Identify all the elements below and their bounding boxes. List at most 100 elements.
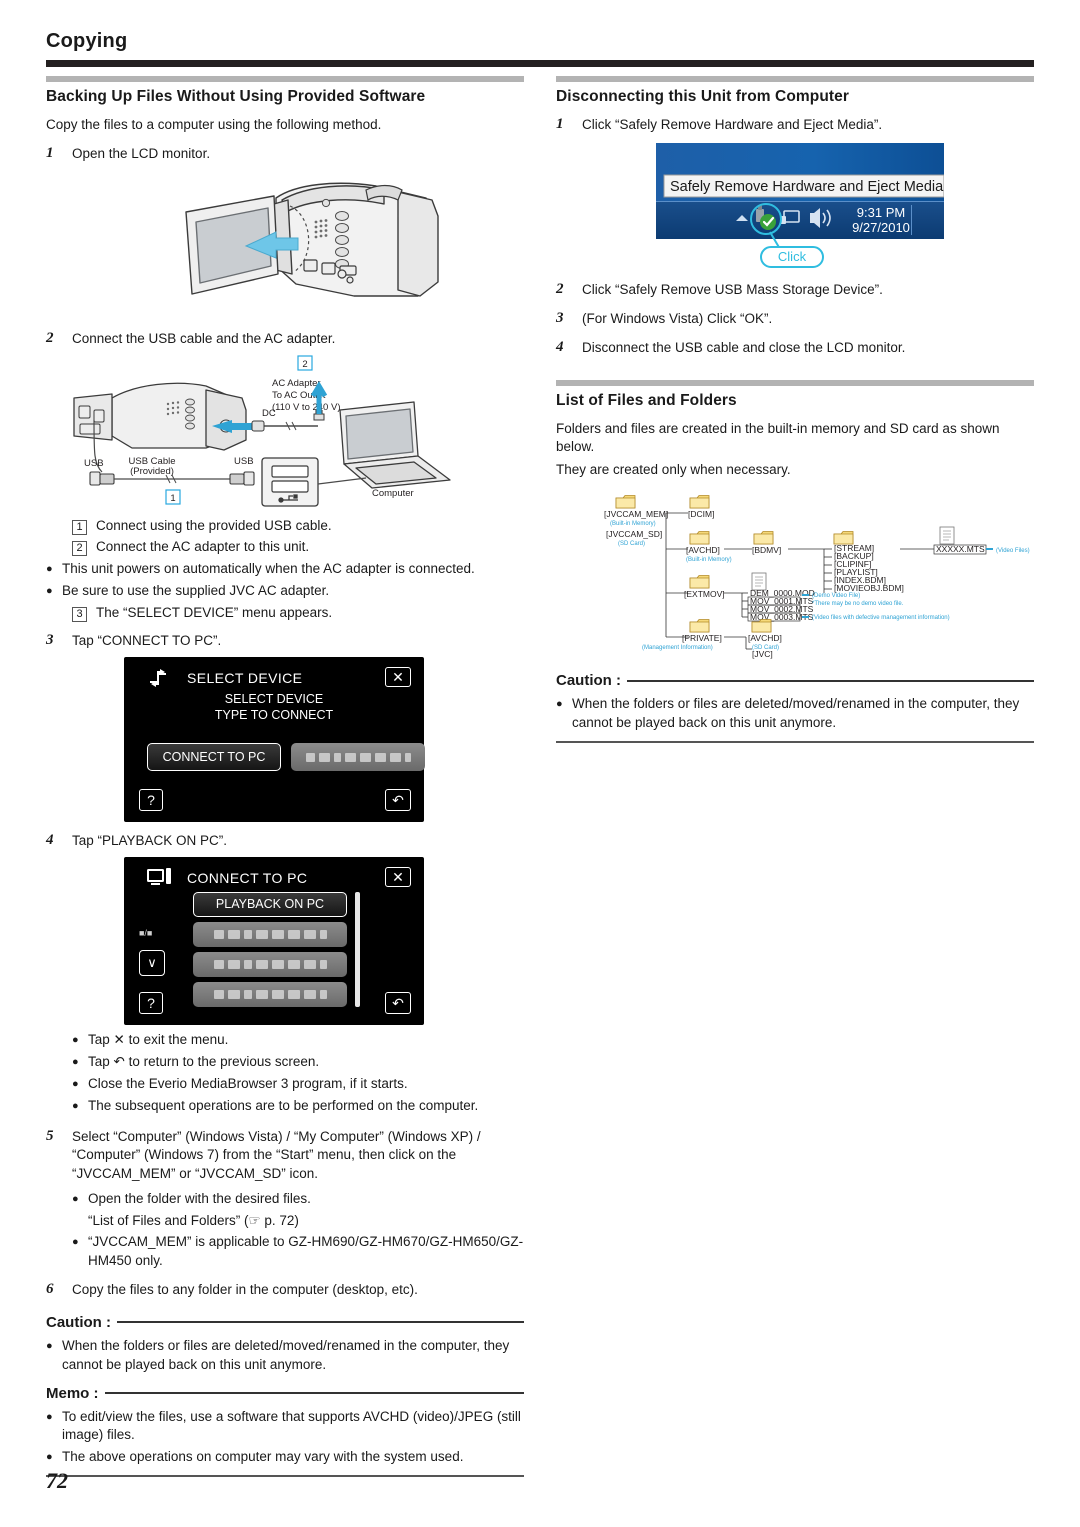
bullet-dot: ● <box>556 698 563 711</box>
chevron-down-icon[interactable]: ∨ <box>139 949 165 976</box>
help-icon[interactable]: ? <box>139 789 163 812</box>
scrollbar[interactable] <box>355 891 360 1007</box>
clock-date: 9/27/2010 <box>852 220 910 235</box>
bullet-dot: ● <box>72 1236 79 1249</box>
tree-root-sd: [JVCCAM_SD] <box>606 529 662 539</box>
lcd-subtitle: SELECT DEVICE TYPE TO CONNECT <box>125 692 423 723</box>
tree-private-sub: (Management Information) <box>642 645 713 651</box>
tree-extmov-note-1: (Demo Video File) <box>812 593 860 599</box>
tree-stream-note: (Video Files) <box>996 548 1030 554</box>
bullet-text: Tap ✕ to exit the menu. <box>88 1031 229 1047</box>
blurred-option-3[interactable] <box>193 981 347 1007</box>
tree-dcim: [DCIM] <box>688 509 714 519</box>
help-icon[interactable]: ? <box>139 991 163 1014</box>
windows-taskbar-graphic: Safely Remove Hardware and Eject Media 9… <box>656 142 945 271</box>
camcorder-illustration <box>46 170 524 320</box>
back-icon[interactable]: ↶ <box>385 789 411 812</box>
tree-avchd-sub: (Built-in Memory) <box>686 557 732 563</box>
blurred-option-2[interactable] <box>193 951 347 977</box>
caution-rule <box>627 679 1034 682</box>
close-icon[interactable]: ✕ <box>385 866 411 887</box>
bullet-tap-exit: ● Tap ✕ to exit the menu. <box>72 1031 524 1050</box>
playback-on-pc-button[interactable]: PLAYBACK ON PC <box>193 891 347 917</box>
disconnect-step-2-number: 2 <box>556 280 564 297</box>
badge-1-label: 1 <box>170 493 175 504</box>
bullet-dot: ● <box>46 1410 53 1423</box>
bullet-dot: ● <box>72 1099 79 1112</box>
clock-time: 9:31 PM <box>857 205 905 220</box>
list-of-files-reference: “List of Files and Folders” (☞ p. 72) <box>88 1213 299 1229</box>
blurred-option-1[interactable] <box>193 921 347 947</box>
manual-page: Copying Backing Up Files Without Using P… <box>0 0 1080 1527</box>
step-3: 3 Tap “CONNECT TO PC”. <box>46 632 524 651</box>
files-section-title: List of Files and Folders <box>556 391 737 409</box>
bullet-dot: ● <box>46 563 53 576</box>
bullet-text: When the folders or files are deleted/mo… <box>62 1337 510 1372</box>
substep-1: 1 Connect using the provided USB cable. <box>72 518 524 536</box>
step-4-number: 4 <box>46 832 54 849</box>
lcd-title: SELECT DEVICE <box>187 670 303 687</box>
disconnect-step-1: 1 Click “Safely Remove Hardware and Ejec… <box>556 116 1034 135</box>
disconnect-step-3: 3 (For Windows Vista) Click “OK”. <box>556 310 1034 329</box>
tree-extmov: [EXTMOV] <box>684 589 725 599</box>
files-intro-1: Folders and files are created in the bui… <box>556 420 1000 455</box>
tree-root-mem-sub: (Built-in Memory) <box>610 521 656 527</box>
tree-root-sd-sub: (SD Card) <box>618 541 645 547</box>
caution-label: Caution : <box>46 1313 111 1331</box>
step-1-text: Open the LCD monitor. <box>72 145 211 161</box>
disconnect-step-1-number: 1 <box>556 116 564 132</box>
bullet-text: Close the Everio MediaBrowser 3 program,… <box>88 1075 408 1091</box>
bullet-text: To edit/view the files, use a software t… <box>62 1408 521 1443</box>
memo-bottom-rule <box>46 1475 524 1478</box>
ac-adapter-line1: AC Adapter <box>272 378 321 389</box>
bullet-dot: ● <box>72 1055 79 1068</box>
disconnect-step-3-text: (For Windows Vista) Click “OK”. <box>582 310 773 326</box>
tree-avchd: [AVCHD] <box>686 545 720 555</box>
caution-header: Caution : <box>46 1314 524 1331</box>
monitor-icon <box>147 867 171 891</box>
connect-to-pc-button[interactable]: CONNECT TO PC <box>147 743 281 772</box>
folder-tree-diagram: [JVCCAM_MEM] (Built-in Memory) [JVCCAM_S… <box>556 489 1034 659</box>
computer-label: Computer <box>372 488 414 499</box>
disconnect-step-4-number: 4 <box>556 338 564 355</box>
memo-header: Memo : <box>46 1385 524 1402</box>
usb-right-label: USB <box>234 456 254 467</box>
step-6-text: Copy the files to any folder in the comp… <box>72 1281 418 1297</box>
lcd-subtitle-line2: TYPE TO CONNECT <box>214 707 334 722</box>
page-count-indicator: ■/■ <box>139 927 153 938</box>
substep-3-number: 3 <box>72 607 87 623</box>
back-icon[interactable]: ↶ <box>385 991 411 1014</box>
tree-jvc: [JVC] <box>752 649 773 659</box>
memo-label: Memo : <box>46 1384 99 1402</box>
page-title: Copying <box>46 30 128 52</box>
bullet-text: When the folders or files are deleted/mo… <box>572 696 1020 731</box>
bullet-close-mediabrowser: ● Close the Everio MediaBrowser 3 progra… <box>72 1075 524 1094</box>
substep-3-text: The “SELECT DEVICE” menu appears. <box>96 605 333 621</box>
header-rule <box>46 60 1034 67</box>
step-2: 2 Connect the USB cable and the AC adapt… <box>46 330 524 349</box>
files-intro-2: They are created only when necessary. <box>556 461 791 477</box>
tree-extmov-note-1b: *There may be no demo video file. <box>812 601 904 607</box>
close-icon[interactable]: ✕ <box>385 667 411 688</box>
blurred-option-button[interactable] <box>291 743 425 772</box>
bullet-jvccam-mem-applicable: ● “JVCCAM_MEM” is applicable to GZ-HM690… <box>72 1233 524 1271</box>
step-5: 5 Select “Computer” (Windows Vista) / “M… <box>46 1128 524 1185</box>
disconnect-step-4-text: Disconnect the USB cable and close the L… <box>582 339 906 355</box>
substep-2-number: 2 <box>72 541 87 557</box>
bullet-dot: ● <box>46 585 53 598</box>
usb-cable-line2: (Provided) <box>130 466 174 477</box>
bullet-dot: ● <box>72 1193 79 1206</box>
step-5-text: Select “Computer” (Windows Vista) / “My … <box>72 1128 481 1182</box>
caution-label: Caution : <box>556 672 621 690</box>
bullet-subsequent-ops: ● The subsequent operations are to be pe… <box>72 1097 524 1116</box>
lcd-subtitle-line1: SELECT DEVICE <box>224 692 324 707</box>
caution-rule <box>117 1321 524 1324</box>
step-6: 6 Copy the files to any folder in the co… <box>46 1281 524 1300</box>
section-bar <box>556 76 1034 82</box>
bullet-powers-on: ● This unit powers on automatically when… <box>46 560 524 579</box>
step-1-number: 1 <box>46 144 54 161</box>
substep-1-text: Connect using the provided USB cable. <box>96 518 332 534</box>
lcd-connect-to-pc-screen: CONNECT TO PC ✕ PLAYBACK ON PC ■/■ ∨ ? ↶ <box>124 856 424 1025</box>
step-6-number: 6 <box>46 1280 54 1297</box>
usb-left-label: USB <box>84 458 104 469</box>
